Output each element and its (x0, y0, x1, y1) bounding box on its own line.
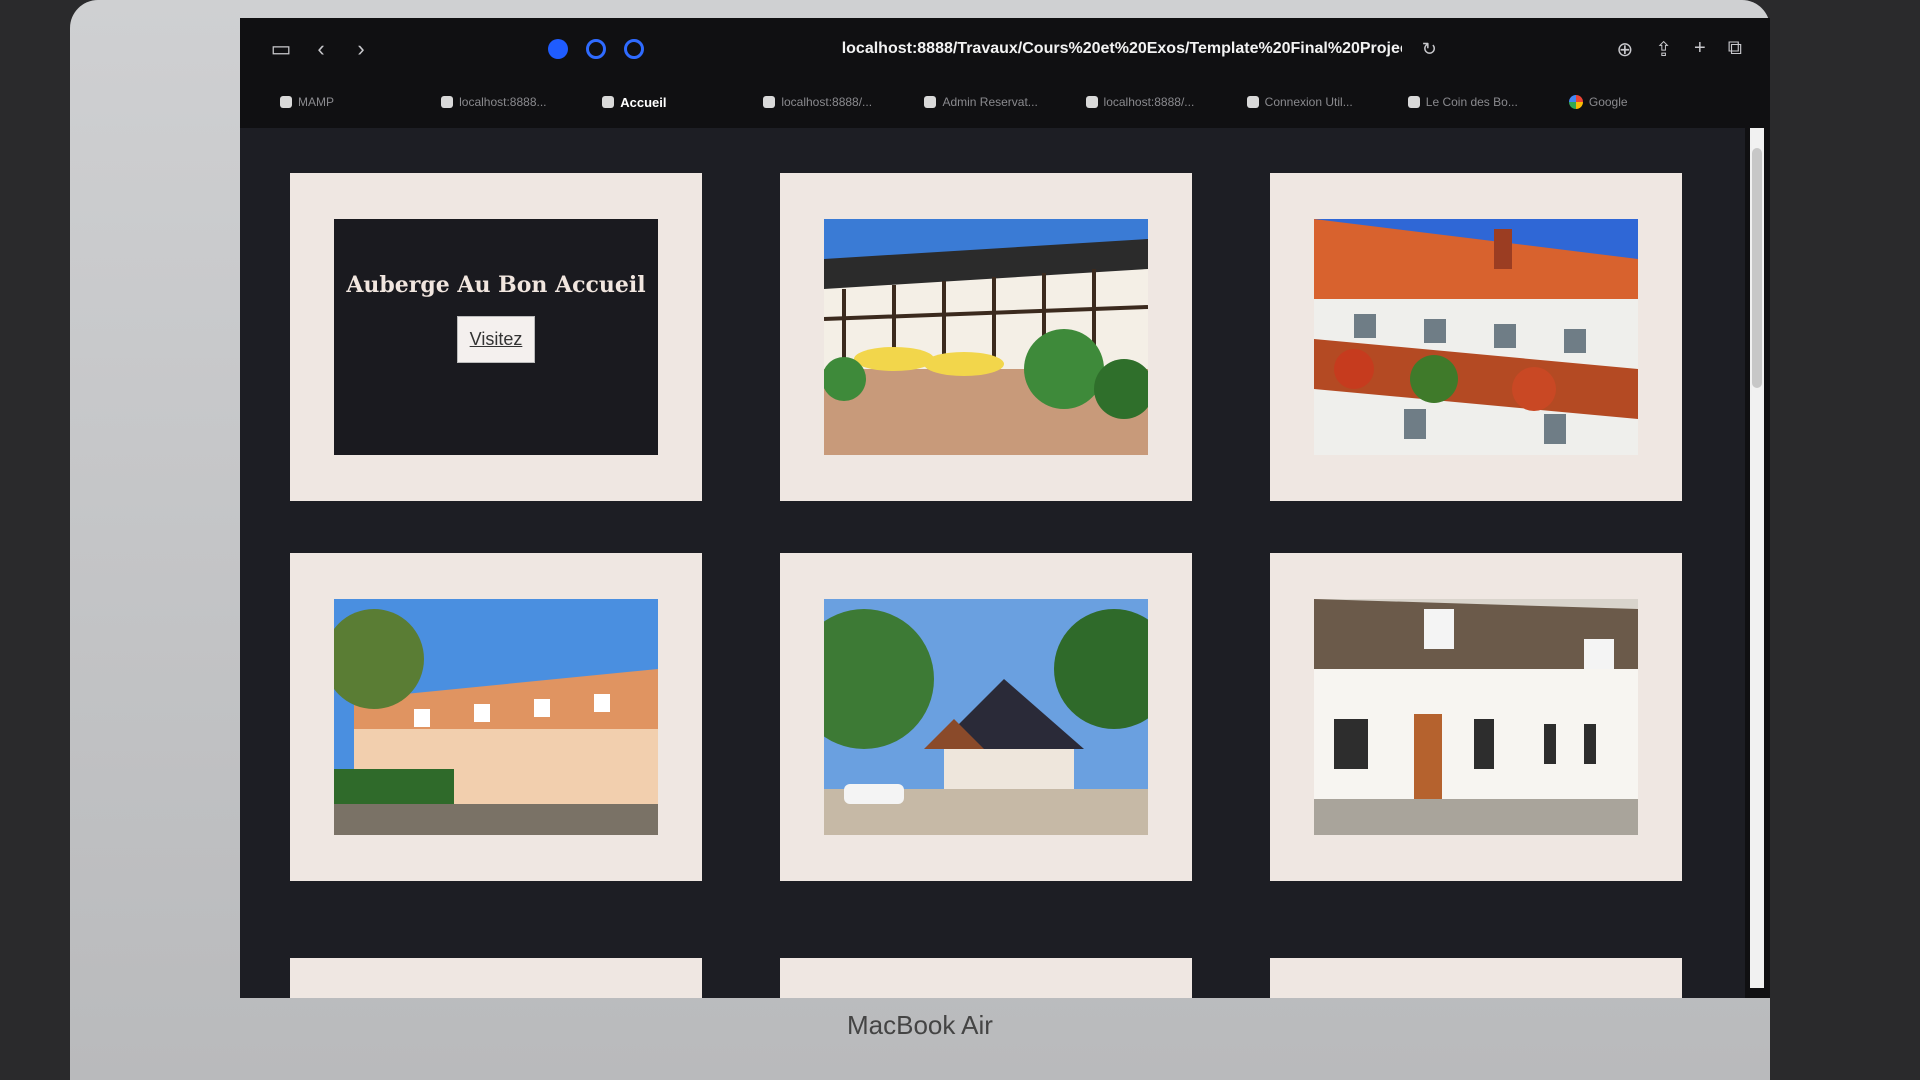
photo-card-partial[interactable] (1270, 958, 1682, 998)
tab-connexion[interactable]: Connexion Util... (1246, 95, 1408, 109)
favicon-icon (1085, 96, 1098, 108)
extension-shield-icon[interactable] (586, 39, 606, 59)
sidebar-icon[interactable]: ▭ (268, 36, 294, 62)
photo-card[interactable] (290, 553, 702, 881)
device-label: MacBook Air (847, 1010, 993, 1040)
browser-toolbar: ▭ ‹ › localhost:8888/Travaux/Cours%20et%… (240, 18, 1770, 80)
hero-card: Auberge Au Bon Accueil Visitez (290, 173, 702, 501)
orange-roof-hotel-garden-photo (334, 599, 658, 835)
tab-label: Accueil (620, 94, 667, 110)
back-icon[interactable]: ‹ (308, 36, 334, 62)
favicon-icon (280, 96, 292, 108)
half-timbered-inn-terrace-photo (824, 219, 1148, 455)
address-bar[interactable]: localhost:8888/Travaux/Cours%20et%20Exos… (842, 40, 1402, 58)
tab-google[interactable]: Google (1568, 95, 1730, 109)
tab-label: localhost:8888/... (1103, 95, 1195, 109)
photo-card[interactable] (1270, 173, 1682, 501)
tab-localhost-3[interactable]: localhost:8888/... (1085, 95, 1247, 109)
hero-panel: Auberge Au Bon Accueil Visitez (334, 219, 658, 455)
favicon-icon (602, 96, 615, 108)
tab-mamp[interactable]: MAMP (280, 95, 441, 109)
tab-bar: MAMP localhost:8888... Accueil localhost… (240, 82, 1770, 122)
tab-label: Admin Reservat... (942, 95, 1038, 109)
tab-accueil[interactable]: Accueil (602, 95, 763, 110)
photo-card[interactable] (780, 553, 1192, 881)
extension-shield-icon-2[interactable] (624, 39, 644, 59)
red-roof-inn-ivy-photo (1314, 219, 1638, 455)
tab-label: Le Coin des Bo... (1425, 95, 1518, 109)
favicon-icon (1246, 96, 1259, 108)
page-scrollbar[interactable] (1750, 128, 1764, 988)
scrollbar-thumb[interactable] (1752, 148, 1762, 388)
tab-label: Connexion Util... (1264, 95, 1353, 109)
gallery-grid: Auberge Au Bon Accueil Visitez (290, 173, 1682, 881)
next-row-cards (290, 958, 1682, 998)
favicon-icon (1407, 96, 1420, 108)
download-icon[interactable]: ⊕ (1617, 37, 1634, 62)
tab-localhost-2[interactable]: localhost:8888/... (763, 95, 924, 109)
tab-label: localhost:8888/... (781, 95, 873, 109)
tab-label: Google (1588, 95, 1628, 109)
google-icon (1568, 95, 1583, 109)
extension-icon[interactable] (548, 39, 568, 59)
reload-icon[interactable]: ↻ (1422, 39, 1437, 60)
dark-roof-pavilion-photo (824, 599, 1148, 835)
photo-card[interactable] (780, 173, 1192, 501)
page-content: Auberge Au Bon Accueil Visitez (240, 128, 1745, 998)
new-tab-icon[interactable]: + (1694, 37, 1706, 62)
photo-card[interactable] (1270, 553, 1682, 881)
tab-le-coin[interactable]: Le Coin des Bo... (1407, 95, 1569, 109)
visit-button[interactable]: Visitez (456, 315, 536, 363)
forward-icon[interactable]: › (348, 36, 374, 62)
favicon-icon (924, 96, 937, 108)
tab-overview-icon[interactable]: ⧉ (1728, 37, 1742, 62)
hero-title: Auberge Au Bon Accueil (346, 271, 646, 298)
photo-card-partial[interactable] (780, 958, 1192, 998)
tab-label: MAMP (298, 95, 334, 109)
auberge-du-moulin-photo (1314, 599, 1638, 835)
tab-localhost-1[interactable]: localhost:8888... (441, 95, 602, 109)
favicon-icon (441, 96, 454, 108)
screen: ▭ ‹ › localhost:8888/Travaux/Cours%20et%… (240, 18, 1770, 998)
share-icon[interactable]: ⇪ (1655, 37, 1672, 62)
tab-label: localhost:8888... (459, 95, 547, 109)
laptop-bezel: ▭ ‹ › localhost:8888/Travaux/Cours%20et%… (70, 0, 1770, 1080)
photo-card-partial[interactable] (290, 958, 702, 998)
tab-admin-reservation[interactable]: Admin Reservat... (924, 95, 1085, 109)
favicon-icon (763, 96, 776, 108)
